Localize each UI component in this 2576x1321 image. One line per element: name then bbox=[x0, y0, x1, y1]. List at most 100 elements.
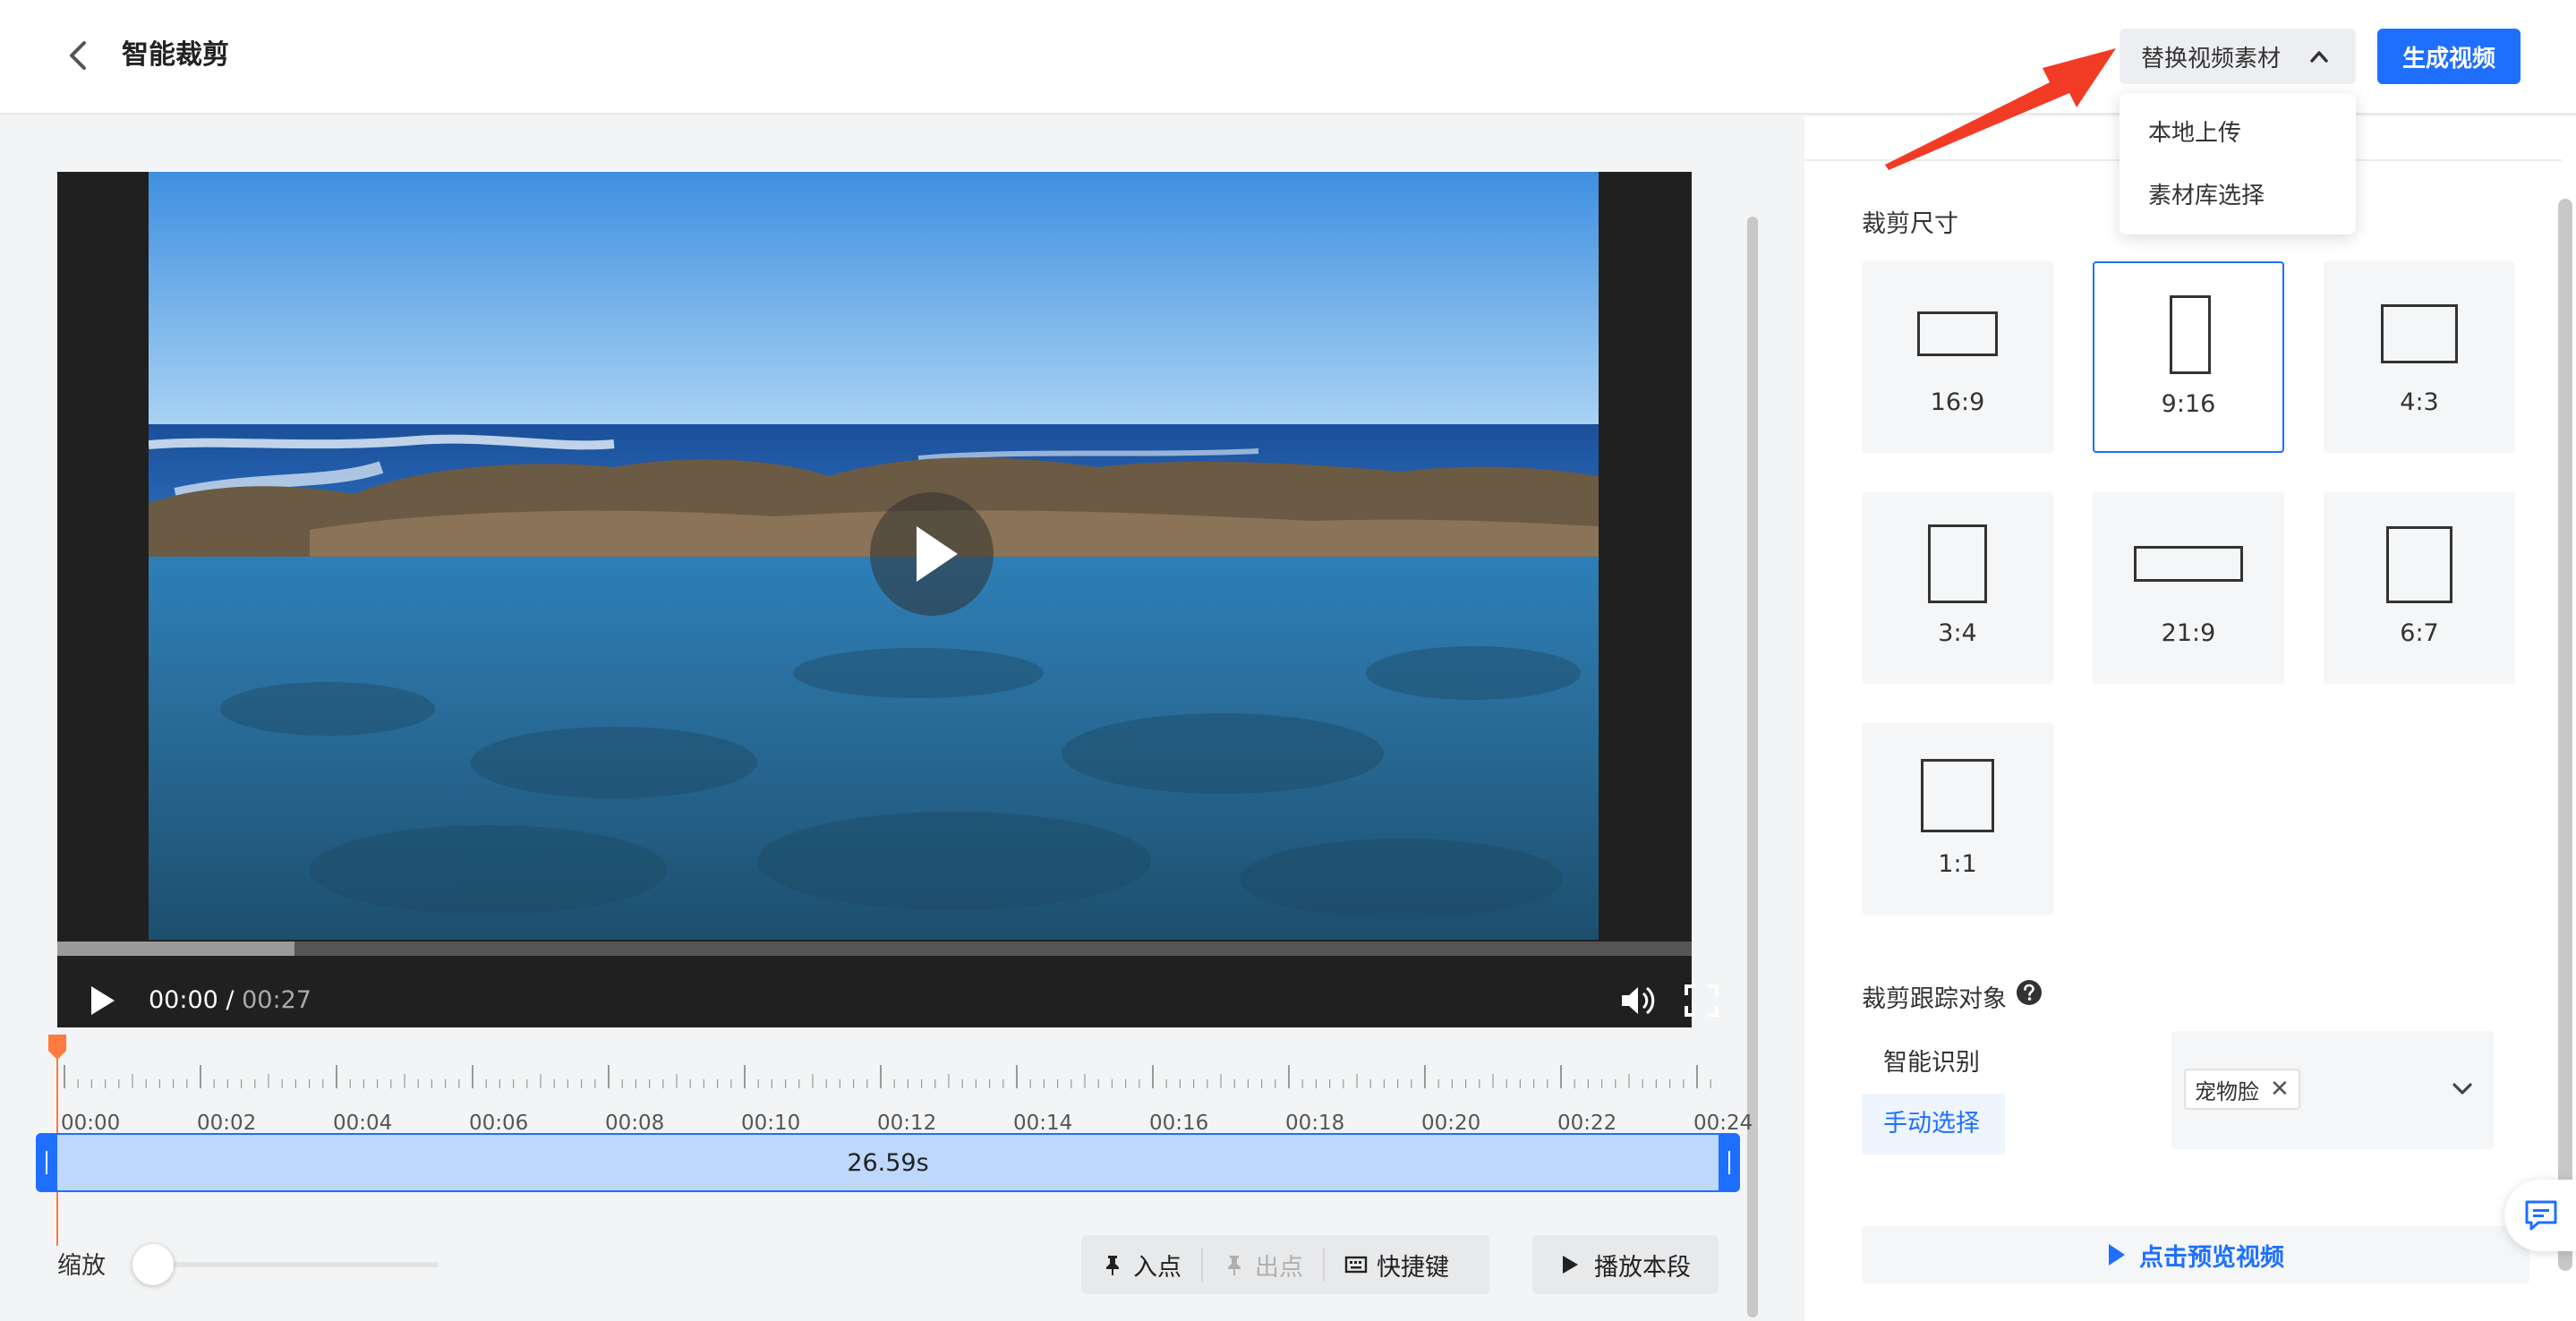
play-icon[interactable] bbox=[84, 983, 120, 1018]
in-point-label: 入点 bbox=[1133, 1253, 1181, 1282]
ruler-tick-label: 00:22 bbox=[1557, 1112, 1617, 1135]
dropdown-option-local-upload[interactable]: 本地上传 bbox=[2120, 102, 2356, 165]
clip-left-handle[interactable] bbox=[36, 1133, 57, 1192]
ruler-tick-label: 00:12 bbox=[877, 1112, 937, 1135]
play-segment-button[interactable]: 播放本段 bbox=[1532, 1235, 1719, 1294]
shortcuts-button[interactable]: 快捷键 bbox=[1325, 1235, 1469, 1294]
ratio-label: 21:9 bbox=[2161, 619, 2216, 647]
ratio-6-7[interactable]: 6:7 bbox=[2324, 492, 2515, 684]
ratio-4-3[interactable]: 4:3 bbox=[2324, 261, 2515, 453]
ruler-tick-label: 00:10 bbox=[741, 1112, 801, 1135]
ruler-tick-label: 00:04 bbox=[333, 1112, 393, 1135]
chevron-left-icon bbox=[70, 41, 86, 70]
settings-panel: 裁剪尺寸 16:9 9:16 4:3 3:4 21:9 6:7 1:1 裁剪跟踪… bbox=[1804, 116, 2576, 1321]
ratio-9-16[interactable]: 9:16 bbox=[2093, 261, 2284, 453]
ruler-tick-label: 00:16 bbox=[1149, 1112, 1209, 1135]
ratio-3-4[interactable]: 3:4 bbox=[1862, 492, 2053, 684]
ruler-tick-label: 00:08 bbox=[605, 1112, 665, 1135]
time-separator: / bbox=[226, 986, 235, 1014]
chevron-up-icon bbox=[2310, 51, 2328, 63]
ratio-4-3-icon bbox=[2381, 304, 2458, 363]
close-icon[interactable]: ✕ bbox=[2270, 1076, 2290, 1103]
keyboard-icon bbox=[1344, 1256, 1368, 1274]
pin-icon bbox=[1228, 1256, 1241, 1275]
ruler-tick-label: 00:20 bbox=[1421, 1112, 1481, 1135]
time-display: 00:00 / 00:27 bbox=[149, 983, 311, 1018]
preview-video-label: 点击预览视频 bbox=[2139, 1243, 2284, 1272]
tracking-title: 裁剪跟踪对象 bbox=[1862, 985, 2007, 1013]
ruler-tick-label: 00:02 bbox=[197, 1112, 257, 1135]
editor-area: 00:00 / 00:27 00:00 00:02 00:04 00:06 00:08 0… bbox=[0, 116, 1876, 1321]
duration-time: 00:27 bbox=[242, 986, 311, 1014]
ruler-tick-label: 00:06 bbox=[469, 1112, 529, 1135]
play-icon bbox=[917, 526, 958, 582]
page-title: 智能裁剪 bbox=[122, 39, 229, 71]
ruler-tick-label: 00:14 bbox=[1013, 1112, 1073, 1135]
video-progress-bar[interactable] bbox=[57, 942, 1692, 956]
ruler-tick-label: 00:24 bbox=[1693, 1112, 1753, 1135]
current-time: 00:00 bbox=[149, 986, 218, 1014]
ruler-tick-label: 00:00 bbox=[61, 1112, 121, 1135]
ruler-tick-label: 00:18 bbox=[1285, 1112, 1345, 1135]
selected-tag: 宠物脸 ✕ bbox=[2184, 1069, 2300, 1110]
pin-icon bbox=[1106, 1256, 1119, 1275]
ratio-label: 1:1 bbox=[1938, 850, 1977, 878]
tab-manual-select[interactable]: 手动选择 bbox=[1862, 1094, 2005, 1155]
ratio-label: 4:3 bbox=[2400, 388, 2439, 416]
tag-label: 宠物脸 bbox=[2195, 1078, 2259, 1104]
ratio-label: 16:9 bbox=[1930, 388, 1985, 416]
ratio-label: 3:4 bbox=[1938, 619, 1977, 647]
play-overlay-button[interactable] bbox=[870, 492, 994, 616]
zoom-slider-knob[interactable] bbox=[132, 1244, 174, 1285]
zoom-slider-track[interactable] bbox=[134, 1262, 439, 1267]
replace-video-dropdown: 本地上传 素材库选择 bbox=[2120, 93, 2356, 234]
replace-video-label: 替换视频素材 bbox=[2141, 45, 2282, 72]
ruler-ticks bbox=[64, 1065, 1711, 1088]
timeline-ruler[interactable]: 00:00 00:02 00:04 00:06 00:08 00:10 00:12 00:14… bbox=[57, 1058, 1876, 1135]
ratio-label: 6:7 bbox=[2400, 619, 2439, 647]
ratio-16-9[interactable]: 16:9 bbox=[1862, 261, 2053, 453]
edit-toolbar: 入点 出点 快捷键 bbox=[1081, 1235, 1489, 1294]
generate-video-button[interactable]: 生成视频 bbox=[2377, 29, 2521, 84]
buffered-bar bbox=[57, 942, 294, 956]
ratio-6-7-icon bbox=[2386, 526, 2452, 603]
fullscreen-icon[interactable] bbox=[1683, 983, 1720, 1018]
play-segment-label: 播放本段 bbox=[1594, 1253, 1691, 1282]
dropdown-option-library[interactable]: 素材库选择 bbox=[2120, 165, 2356, 227]
back-button[interactable] bbox=[59, 36, 98, 75]
tab-smart-detect[interactable]: 智能识别 bbox=[1862, 1033, 2005, 1094]
tracking-tabs: 智能识别 手动选择 bbox=[1862, 1033, 2005, 1155]
ratio-16-9-icon bbox=[1917, 311, 1998, 356]
out-point-button[interactable]: 出点 bbox=[1203, 1235, 1323, 1294]
ratio-1-1-icon bbox=[1921, 759, 1994, 832]
scrollbar-thumb[interactable] bbox=[1747, 217, 1758, 1317]
ratio-9-16-icon bbox=[2170, 295, 2211, 374]
chat-icon bbox=[2525, 1200, 2557, 1231]
feedback-button[interactable] bbox=[2504, 1180, 2576, 1251]
clip-duration: 26.59s bbox=[847, 1148, 929, 1177]
replace-video-button[interactable]: 替换视频素材 bbox=[2120, 29, 2356, 84]
in-point-button[interactable]: 入点 bbox=[1081, 1235, 1201, 1294]
ratio-label: 9:16 bbox=[2161, 390, 2216, 418]
help-icon[interactable] bbox=[2016, 979, 2043, 1006]
crop-size-title: 裁剪尺寸 bbox=[1862, 210, 1958, 238]
editor-scrollbar[interactable] bbox=[1738, 172, 1765, 1321]
zoom-label: 缩放 bbox=[57, 1252, 106, 1280]
panel-scrollbar[interactable] bbox=[2558, 199, 2572, 1271]
timeline-clip[interactable]: 26.59s bbox=[36, 1133, 1740, 1192]
ratio-1-1[interactable]: 1:1 bbox=[1862, 723, 2053, 915]
chevron-down-icon bbox=[2452, 1083, 2472, 1095]
video-player[interactable]: 00:00 / 00:27 bbox=[57, 172, 1719, 1027]
preview-video-button[interactable]: 点击预览视频 bbox=[1862, 1226, 2529, 1283]
ratio-21-9-icon bbox=[2134, 546, 2243, 582]
tracking-object-select[interactable]: 宠物脸 ✕ bbox=[2171, 1031, 2494, 1149]
volume-icon[interactable] bbox=[1618, 983, 1656, 1018]
red-arrow-icon bbox=[1885, 48, 2116, 170]
ratio-3-4-icon bbox=[1928, 524, 1987, 603]
play-icon bbox=[1563, 1256, 1578, 1274]
play-icon bbox=[2109, 1244, 2125, 1266]
out-point-label: 出点 bbox=[1255, 1253, 1303, 1282]
clip-right-handle[interactable] bbox=[1719, 1133, 1740, 1192]
ratio-21-9[interactable]: 21:9 bbox=[2093, 492, 2284, 684]
shortcuts-label: 快捷键 bbox=[1377, 1253, 1449, 1282]
